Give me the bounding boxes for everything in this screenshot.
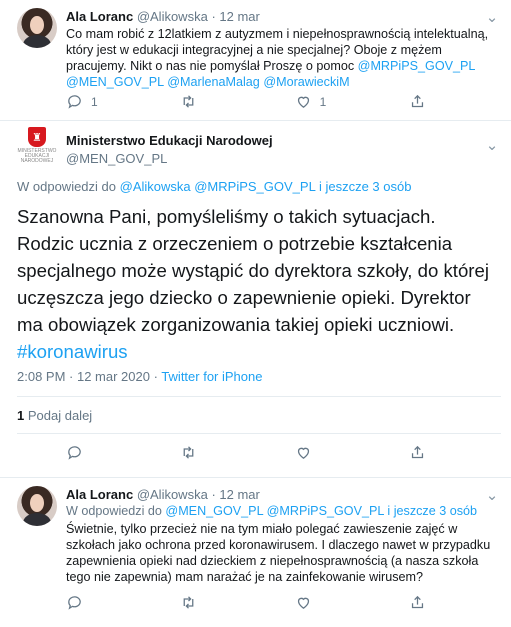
retweet-button[interactable] <box>180 594 197 611</box>
main-tweet: ♜ MINISTERSTWO EDUKACJI NARODOWEJ Minist… <box>0 121 511 478</box>
author-handle[interactable]: @Alikowska <box>137 9 208 24</box>
share-button[interactable] <box>409 594 426 611</box>
tweet-actions <box>66 594 426 611</box>
share-icon <box>411 94 424 108</box>
reply-tweet[interactable]: Ala Loranc @Alikowska · 12 mar ⌄ W odpow… <box>0 478 511 627</box>
like-button[interactable] <box>295 444 312 461</box>
retweet-icon <box>183 596 194 609</box>
tweet-date[interactable]: 12 mar 2020 <box>77 369 150 384</box>
like-button[interactable]: 1 <box>295 93 365 110</box>
tweet-text: Co mam robić z 12latkiem z autyzmem i ni… <box>66 27 489 89</box>
mention-link[interactable]: @MarlenaMalag <box>167 75 260 89</box>
tweet-text: Świetnie, tylko przecież nie na tym miał… <box>66 522 491 584</box>
reply-to-more[interactable]: i jeszcze 3 osób <box>387 504 477 518</box>
reply-context: W odpowiedzi do @Alikowska @MRPiPS_GOV_P… <box>17 179 412 194</box>
hashtag-link[interactable]: #koronawirus <box>17 341 128 362</box>
tweet-actions: 1 1 <box>66 93 426 110</box>
reply-button[interactable] <box>66 444 83 461</box>
logo-label: MINISTERSTWO EDUKACJI NARODOWEJ <box>17 148 57 164</box>
parent-tweet[interactable]: Ala Loranc @Alikowska · 12 mar ⌄ Co mam … <box>0 0 511 121</box>
reply-icon <box>68 446 81 460</box>
chevron-down-icon[interactable]: ⌄ <box>483 487 501 505</box>
tweet-text: Szanowna Pani, pomyśleliśmy o takich syt… <box>17 206 489 362</box>
chevron-down-icon[interactable]: ⌄ <box>483 137 501 155</box>
reply-button[interactable]: 1 <box>66 93 136 110</box>
author-handle[interactable]: @Alikowska <box>137 487 208 502</box>
tweet-meta: 2:08 PM · 12 mar 2020 · Twitter for iPho… <box>17 369 263 384</box>
retweet-button[interactable] <box>180 93 250 110</box>
tweet-header: Ala Loranc @Alikowska · 12 mar <box>66 9 260 24</box>
avatar[interactable] <box>17 8 57 48</box>
tweet-date[interactable]: 12 mar <box>219 9 259 24</box>
heart-icon <box>297 597 309 609</box>
share-icon <box>411 445 424 459</box>
org-handle[interactable]: @MEN_GOV_PL <box>66 151 167 166</box>
retweet-button[interactable] <box>180 444 197 461</box>
divider <box>17 396 501 397</box>
mention-link[interactable]: @MRPiPS_GOV_PL <box>358 59 476 73</box>
share-icon <box>411 595 424 609</box>
retweet-icon <box>183 95 194 108</box>
share-button[interactable] <box>409 444 426 461</box>
tweet-actions <box>66 444 426 461</box>
heart-icon <box>297 96 309 108</box>
reply-button[interactable] <box>66 594 83 611</box>
retweet-stats[interactable]: 1 Podaj dalej <box>17 408 92 423</box>
heart-icon <box>297 447 309 459</box>
reply-icon <box>68 596 81 610</box>
tweet-date[interactable]: 12 mar <box>219 487 259 502</box>
org-name[interactable]: Ministerstwo Edukacji Narodowej <box>66 133 273 148</box>
chevron-down-icon[interactable]: ⌄ <box>483 9 501 27</box>
tweet-time[interactable]: 2:08 PM <box>17 369 65 384</box>
reply-context: W odpowiedzi do @MEN_GOV_PL @MRPiPS_GOV_… <box>66 504 478 518</box>
tweet-source[interactable]: Twitter for iPhone <box>161 369 262 384</box>
mention-link[interactable]: @MEN_GOV_PL <box>66 75 164 89</box>
mention-link[interactable]: @MorawieckiM <box>263 75 349 89</box>
reply-icon <box>68 95 81 109</box>
author-name[interactable]: Ala Loranc <box>66 487 133 502</box>
org-logo[interactable]: ♜ MINISTERSTWO EDUKACJI NARODOWEJ <box>17 127 57 167</box>
tweet-header: Ala Loranc @Alikowska · 12 mar <box>66 487 260 502</box>
share-button[interactable] <box>409 93 426 110</box>
retweet-icon <box>183 446 194 459</box>
reply-to-users[interactable]: @Alikowska @MRPiPS_GOV_PL <box>120 179 316 194</box>
eagle-emblem-icon: ♜ <box>28 127 46 147</box>
reply-to-users[interactable]: @MEN_GOV_PL @MRPiPS_GOV_PL <box>165 504 384 518</box>
like-button[interactable] <box>295 594 312 611</box>
avatar[interactable] <box>17 486 57 526</box>
author-name[interactable]: Ala Loranc <box>66 9 133 24</box>
reply-to-more[interactable]: i jeszcze 3 osób <box>319 179 412 194</box>
divider <box>17 433 501 434</box>
